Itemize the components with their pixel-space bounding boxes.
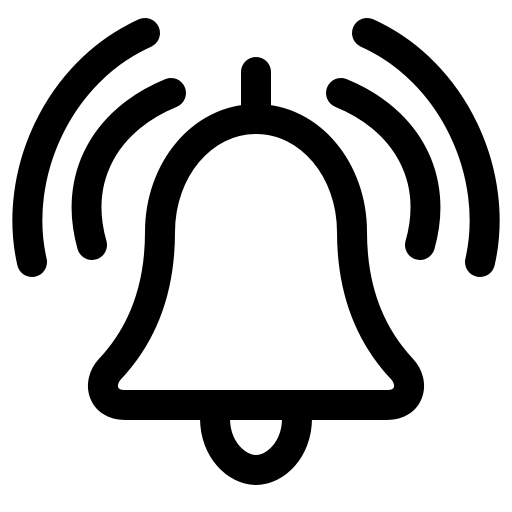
bell-clapper-icon — [200, 403, 312, 485]
icon-canvas — [0, 0, 512, 512]
bell-body-icon — [88, 104, 424, 420]
ringing-bell-icon — [12, 18, 500, 485]
